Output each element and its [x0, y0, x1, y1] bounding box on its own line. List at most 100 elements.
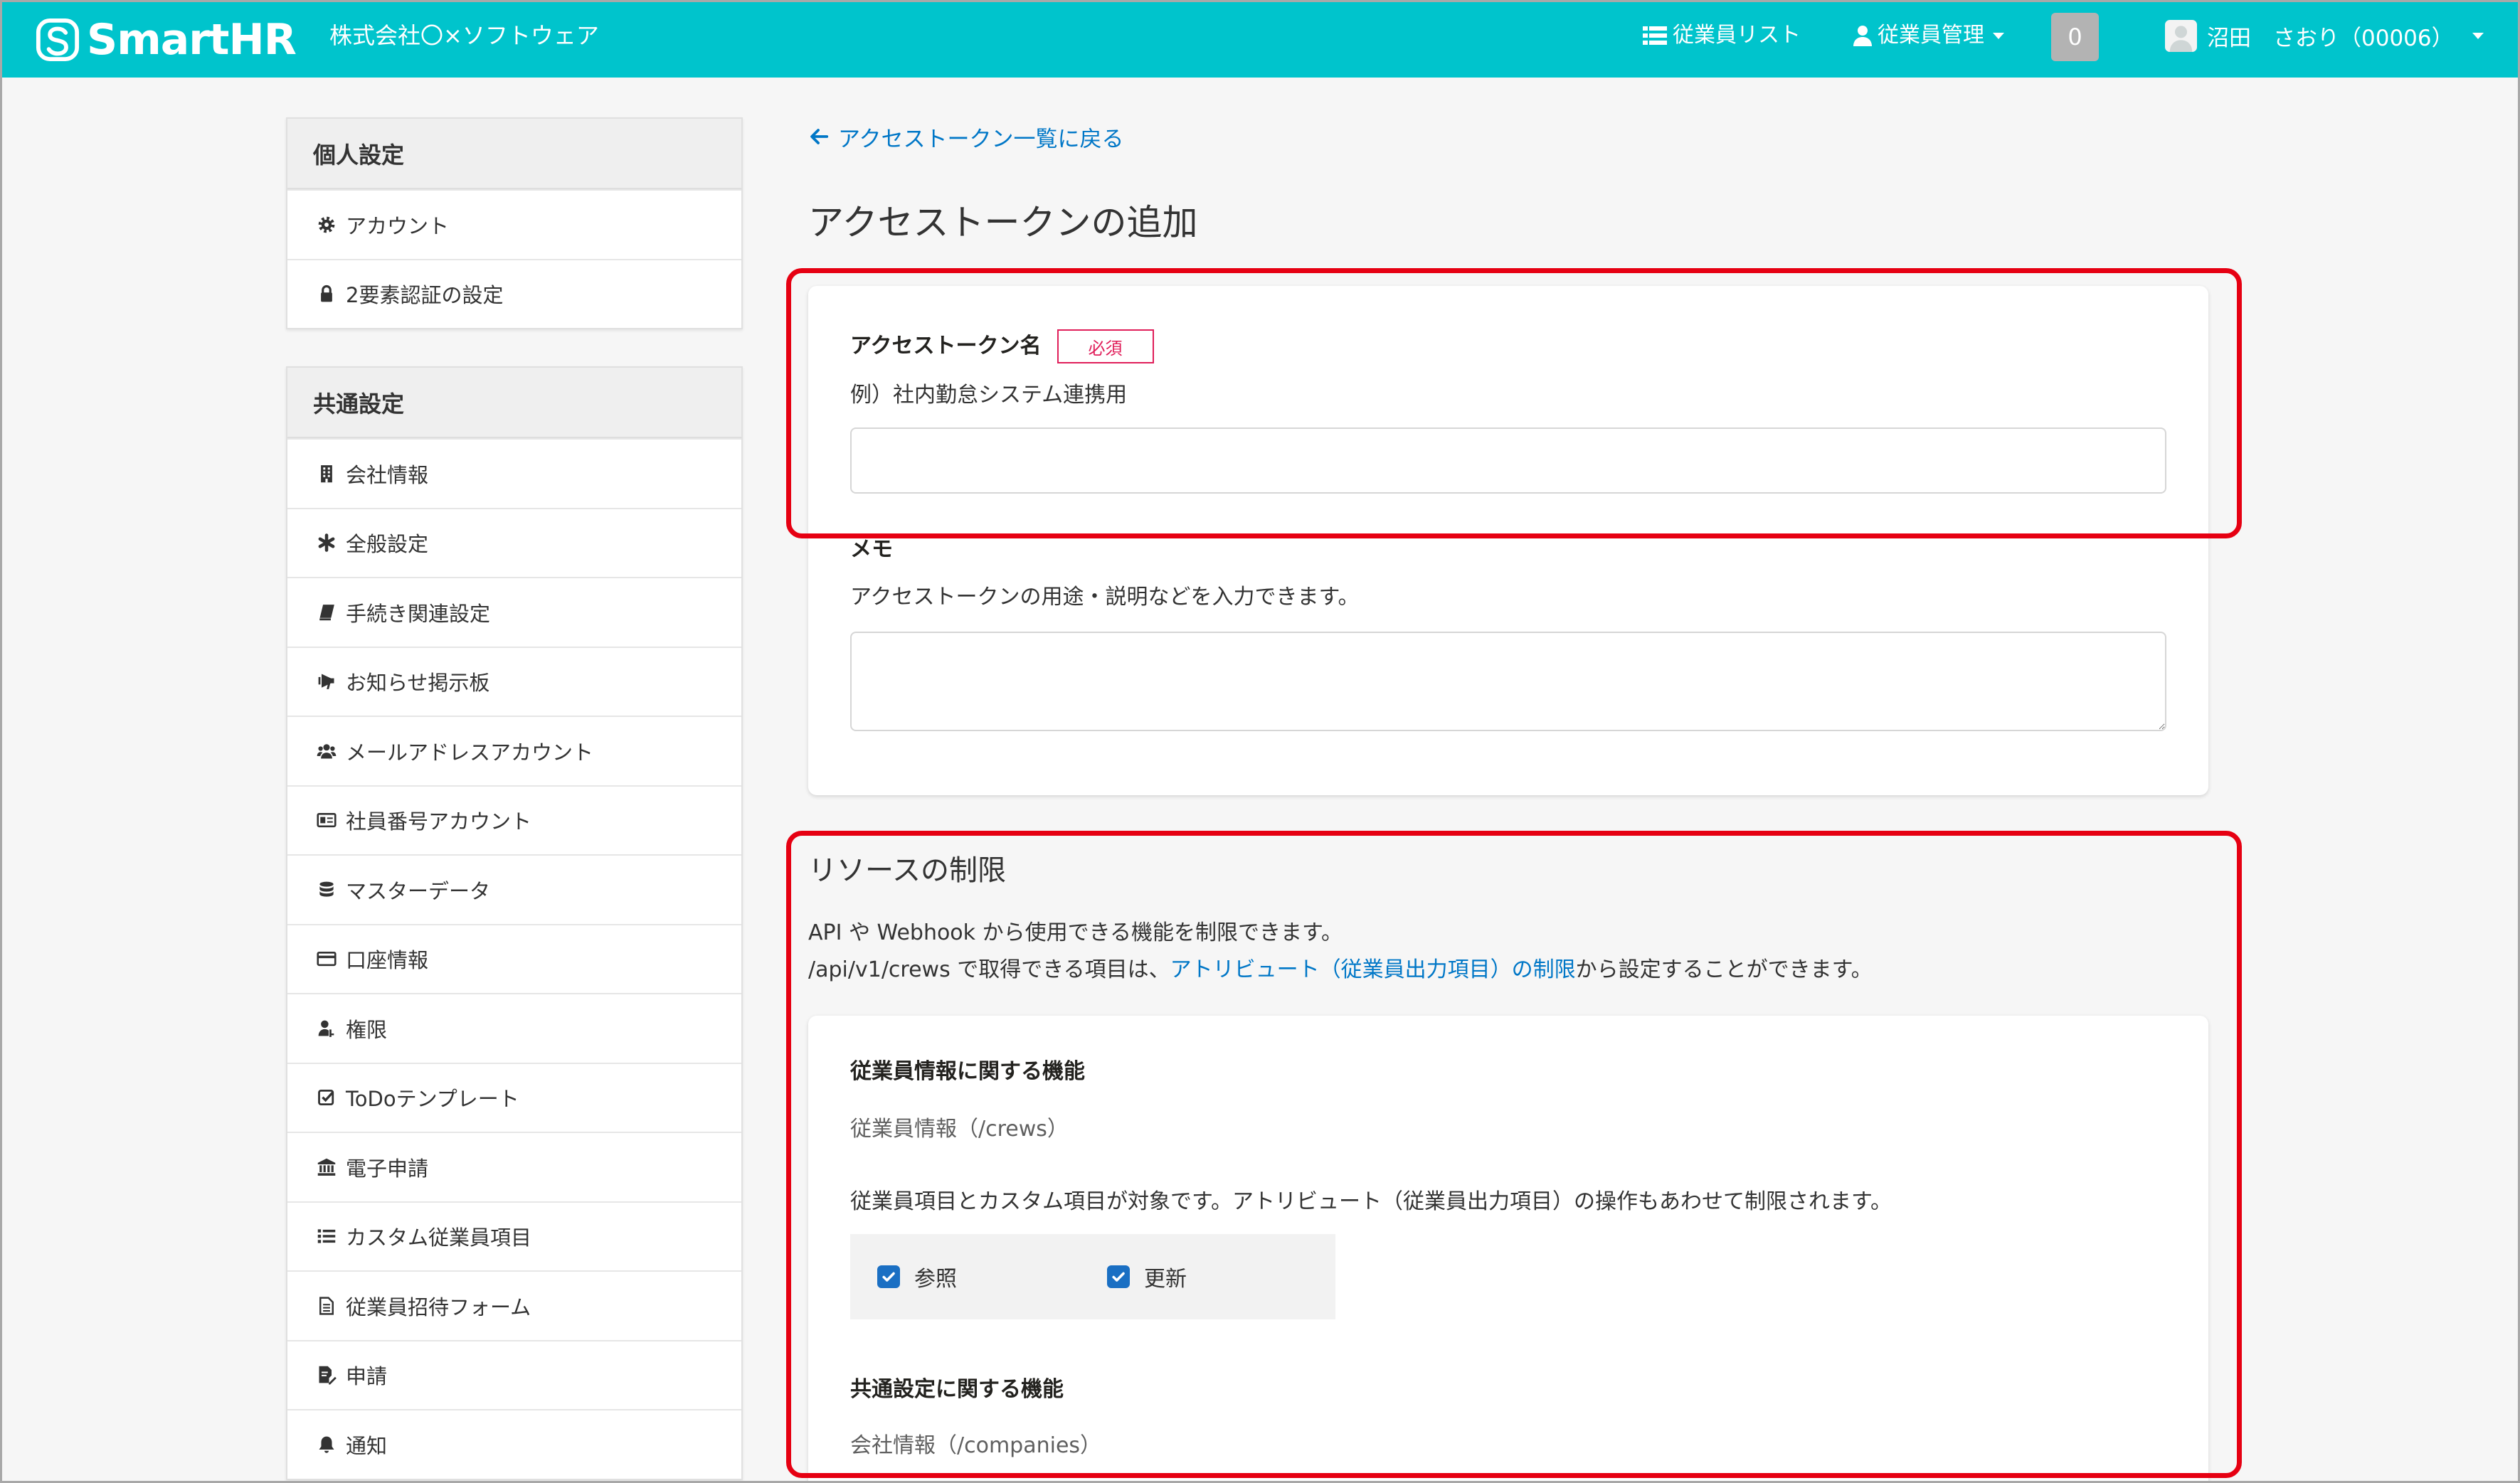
- token-name-label-row: アクセストークン名 必須: [850, 329, 1154, 363]
- sidebar-personal-settings: 個人設定 アカウント 2要素認証の設定: [286, 117, 743, 329]
- file-signature-icon: [317, 1365, 337, 1385]
- resource-limits-note: /api/v1/crews で取得できる項目は、アトリビュート（従業員出力項目）…: [808, 956, 1873, 984]
- sidebar-item-label: 従業員招待フォーム: [346, 1295, 531, 1319]
- id-card-icon: [317, 810, 337, 830]
- notification-count-badge[interactable]: 0: [2051, 13, 2099, 61]
- asterisk-icon: [317, 533, 337, 553]
- sidebar-item-procedure-settings[interactable]: 手続き関連設定: [287, 577, 741, 647]
- gear-icon: [317, 215, 337, 235]
- sidebar-item-custom-employee-fields[interactable]: カスタム従業員項目: [287, 1201, 741, 1271]
- sidebar-item-email-accounts[interactable]: メールアドレスアカウント: [287, 716, 741, 785]
- sidebar-item-invitation-form[interactable]: 従業員招待フォーム: [287, 1270, 741, 1340]
- resource-limits-card: 従業員情報に関する機能 従業員情報（/crews） 従業員項目とカスタム項目が対…: [808, 1016, 2208, 1481]
- sidebar-item-bank-accounts[interactable]: 口座情報: [287, 923, 741, 994]
- back-to-token-list-link[interactable]: アクセストークン一覧に戻る: [808, 122, 1124, 152]
- sidebar-item-todo-templates[interactable]: ToDoテンプレート: [287, 1062, 741, 1132]
- user-menu[interactable]: 沼田 さおり（00006）: [2165, 19, 2484, 52]
- sidebar-item-label: 電子申請: [346, 1156, 429, 1181]
- user-key-icon: [317, 1019, 337, 1038]
- group-title-employee: 従業員情報に関する機能: [850, 1059, 1085, 1084]
- memo-hint: アクセストークンの用途・説明などを入力できます。: [850, 585, 1360, 610]
- sidebar-item-master-data[interactable]: マスターデータ: [287, 854, 741, 924]
- update-checkbox-label: 更新: [1144, 1267, 1187, 1292]
- page-title: アクセストークンの追加: [808, 202, 1198, 243]
- required-badge: 必須: [1057, 329, 1154, 363]
- file-text-icon: [317, 1296, 337, 1316]
- check-icon: [882, 1272, 895, 1282]
- sidebar-item-label: カスタム従業員項目: [346, 1226, 532, 1250]
- sidebar-item-label: 2要素認証の設定: [346, 283, 504, 308]
- sidebar-item-company-info[interactable]: 会社情報: [287, 438, 741, 508]
- attribute-limits-link[interactable]: アトリビュート（従業員出力項目）の制限: [1170, 957, 1576, 982]
- list-icon: [1643, 25, 1667, 46]
- bell-icon: [317, 1435, 337, 1455]
- sidebar-item-permissions[interactable]: 権限: [287, 993, 741, 1063]
- smarthr-logo[interactable]: SmartHR: [36, 14, 297, 66]
- token-name-label: アクセストークン名: [850, 334, 1042, 358]
- sidebar-item-employee-number-accounts[interactable]: 社員番号アカウント: [287, 785, 741, 855]
- sidebar-item-label: 口座情報: [346, 948, 429, 973]
- sidebar-item-label: マスターデータ: [346, 878, 491, 903]
- update-checkbox[interactable]: [1107, 1265, 1130, 1288]
- bank-icon: [317, 1157, 337, 1177]
- sidebar-item-label: 会社情報: [346, 462, 429, 487]
- database-icon: [317, 880, 337, 900]
- sidebar-item-notifications[interactable]: 通知: [287, 1409, 741, 1479]
- permission-options: 参照 更新: [850, 1234, 1335, 1319]
- chevron-down-icon: [1993, 32, 2004, 39]
- resource-name-crews: 従業員情報（/crews）: [850, 1117, 1069, 1142]
- sidebar-item-label: アカウント: [346, 213, 450, 238]
- users-icon: [317, 741, 337, 761]
- check-square-icon: [317, 1088, 337, 1107]
- resource-limits-title: リソースの制限: [808, 854, 1006, 887]
- sidebar-item-label: お知らせ掲示板: [346, 671, 490, 696]
- sidebar-item-label: 社員番号アカウント: [346, 809, 532, 834]
- read-checkbox-label: 参照: [914, 1267, 957, 1292]
- memo-label: メモ: [850, 537, 893, 562]
- resource-description-crews: 従業員項目とカスタム項目が対象です。アトリビュート（従業員出力項目）の操作もあわ…: [850, 1189, 1892, 1214]
- building-icon: [317, 464, 337, 484]
- memo-textarea[interactable]: [850, 632, 2166, 731]
- token-form-card: アクセストークン名 必須 例）社内勤怠システム連携用 メモ アクセストークンの用…: [808, 286, 2208, 795]
- token-name-input[interactable]: [850, 427, 2166, 494]
- permission-update-option[interactable]: 更新: [1107, 1234, 1187, 1319]
- sidebar-item-bulletin-board[interactable]: お知らせ掲示板: [287, 646, 741, 716]
- list-icon: [317, 1226, 337, 1246]
- avatar-icon: [2165, 19, 2197, 52]
- nav-employee-management-dropdown[interactable]: 従業員管理: [1853, 21, 2004, 50]
- user-name: 沼田 さおり（00006）: [2207, 25, 2454, 51]
- sidebar-item-e-application[interactable]: 電子申請: [287, 1132, 741, 1201]
- sidebar-item-label: 手続き関連設定: [346, 601, 491, 626]
- nav-employee-management-label: 従業員管理: [1878, 23, 1984, 48]
- sidebar-section-title: 個人設定: [287, 119, 741, 189]
- back-link-label: アクセストークン一覧に戻る: [838, 126, 1124, 152]
- resource-name-companies: 会社情報（/companies）: [850, 1433, 1102, 1458]
- read-checkbox[interactable]: [877, 1265, 900, 1288]
- user-icon: [1853, 25, 1872, 46]
- note-suffix: から設定することができます。: [1575, 957, 1873, 982]
- group-title-common: 共通設定に関する機能: [850, 1377, 1064, 1402]
- resource-limits-description: API や Webhook から使用できる機能を制限できます。: [808, 920, 1343, 945]
- sidebar-item-requests[interactable]: 申請: [287, 1339, 741, 1410]
- bullhorn-icon: [317, 671, 337, 691]
- check-icon: [1112, 1272, 1125, 1282]
- sidebar-item-label: 通知: [346, 1433, 388, 1458]
- sidebar-item-label: 権限: [346, 1017, 388, 1042]
- nav-employee-list[interactable]: 従業員リスト: [1643, 21, 1801, 50]
- sidebar-item-label: メールアドレスアカウント: [346, 740, 594, 765]
- sidebar-item-general-settings[interactable]: 全般設定: [287, 507, 741, 578]
- sidebar-section-title: 共通設定: [287, 368, 741, 438]
- sidebar-item-label: 申請: [346, 1364, 388, 1389]
- sidebar-item-label: 全般設定: [346, 532, 429, 557]
- token-name-hint: 例）社内勤怠システム連携用: [850, 383, 1128, 408]
- sidebar-item-two-factor-auth[interactable]: 2要素認証の設定: [287, 258, 741, 329]
- logo-text: SmartHR: [87, 15, 297, 65]
- sidebar-item-account[interactable]: アカウント: [287, 189, 741, 259]
- permission-read-option[interactable]: 参照: [877, 1234, 957, 1319]
- credit-card-icon: [317, 949, 337, 969]
- note-prefix: /api/v1/crews で取得できる項目は、: [808, 957, 1170, 982]
- company-name: 株式会社〇×ソフトウェア: [329, 22, 599, 49]
- arrow-left-icon: [808, 126, 830, 147]
- book-icon: [317, 602, 337, 622]
- app-root: SmartHR 株式会社〇×ソフトウェア 従業員リスト 従業員管理 0 沼田 さ…: [0, 0, 2520, 1483]
